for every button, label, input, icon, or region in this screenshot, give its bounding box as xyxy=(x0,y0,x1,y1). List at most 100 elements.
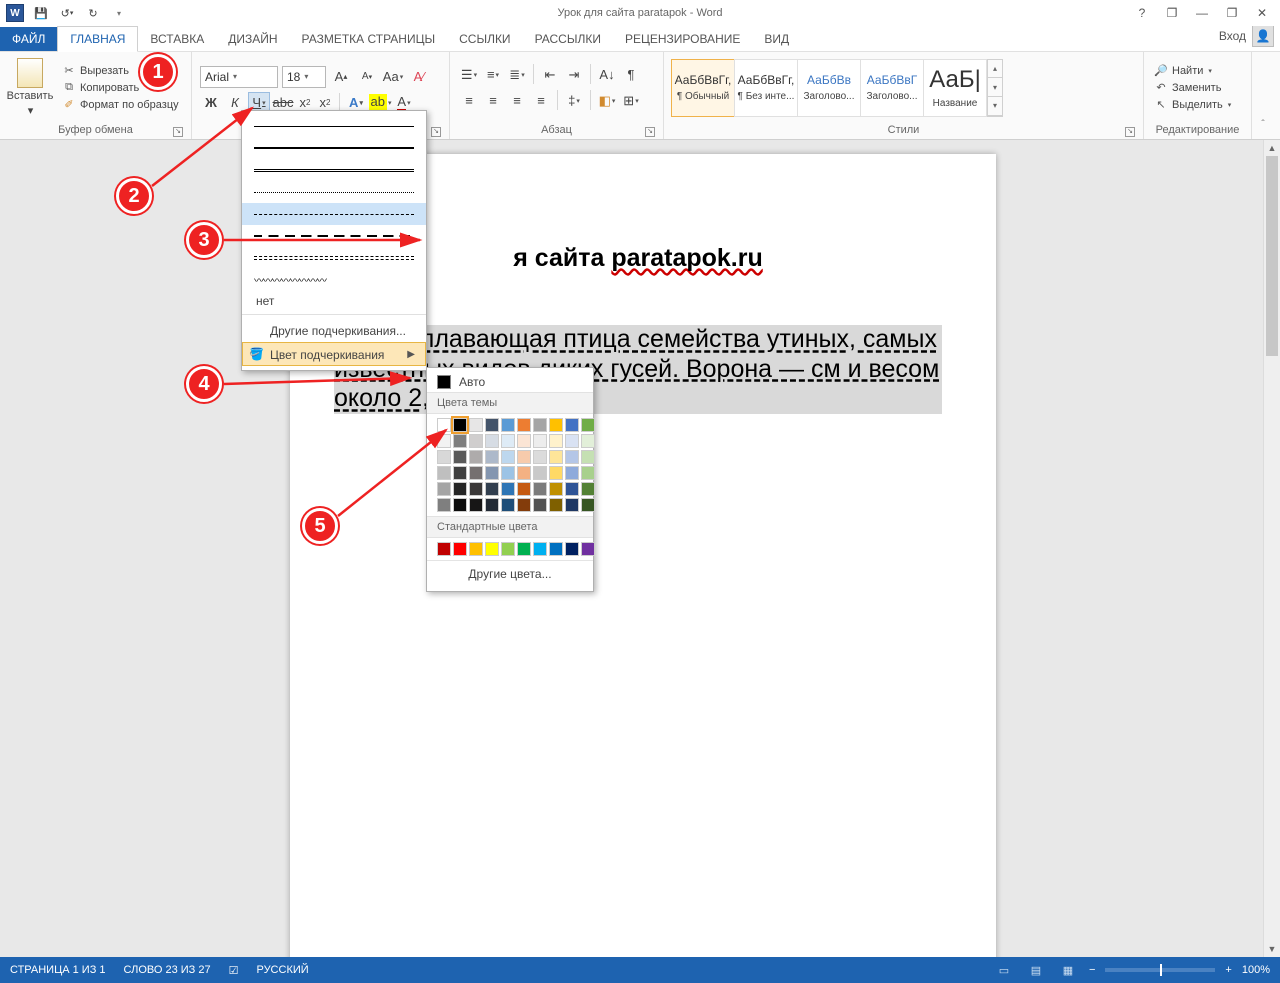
standard-color-swatch[interactable] xyxy=(453,542,467,556)
scroll-up-icon[interactable]: ▲ xyxy=(1264,140,1280,156)
theme-color-swatch[interactable] xyxy=(581,450,595,464)
underline-style-double[interactable] xyxy=(242,159,426,181)
bullets-button[interactable]: ☰▾ xyxy=(458,64,480,86)
styles-gallery[interactable]: АаБбВвГг,¶ ОбычныйАаБбВвГг,¶ Без инте...… xyxy=(668,55,1007,121)
zoom-out-button[interactable]: − xyxy=(1089,964,1095,976)
restore-button[interactable]: ❐ xyxy=(1222,3,1242,23)
align-left-button[interactable]: ≡ xyxy=(458,90,480,112)
proofing-icon[interactable]: ☑ xyxy=(229,964,239,977)
theme-color-swatch[interactable] xyxy=(485,482,499,496)
tab-view[interactable]: ВИД xyxy=(752,27,801,51)
grow-font-button[interactable]: A▴ xyxy=(330,66,352,88)
tab-design[interactable]: ДИЗАЙН xyxy=(216,27,289,51)
clipboard-dialog-launcher[interactable]: ↘ xyxy=(173,127,183,137)
standard-color-swatch[interactable] xyxy=(581,542,595,556)
theme-color-swatch[interactable] xyxy=(581,434,595,448)
standard-color-swatch[interactable] xyxy=(533,542,547,556)
theme-color-swatch[interactable] xyxy=(469,498,483,512)
theme-color-swatch[interactable] xyxy=(469,482,483,496)
word-count[interactable]: СЛОВО 23 ИЗ 27 xyxy=(124,964,211,976)
styles-scroll-2[interactable]: ▾ xyxy=(988,97,1002,116)
tab-home[interactable]: ГЛАВНАЯ xyxy=(57,26,138,52)
borders-button[interactable]: ⊞▾ xyxy=(620,90,642,112)
theme-color-swatch[interactable] xyxy=(517,418,531,432)
theme-color-swatch[interactable] xyxy=(533,482,547,496)
theme-color-swatch[interactable] xyxy=(517,434,531,448)
theme-color-swatch[interactable] xyxy=(565,418,579,432)
theme-color-swatch[interactable] xyxy=(453,434,467,448)
tab-review[interactable]: РЕЦЕНЗИРОВАНИЕ xyxy=(613,27,752,51)
align-right-button[interactable]: ≡ xyxy=(506,90,528,112)
underline-style-wave[interactable] xyxy=(242,269,426,291)
multilevel-button[interactable]: ≣▾ xyxy=(506,64,528,86)
change-case-button[interactable]: Aa▾ xyxy=(382,66,404,88)
theme-color-swatch[interactable] xyxy=(437,466,451,480)
zoom-in-button[interactable]: + xyxy=(1225,964,1231,976)
theme-color-swatch[interactable] xyxy=(437,450,451,464)
theme-color-swatch[interactable] xyxy=(517,482,531,496)
style-tile-3[interactable]: АаБбВвГЗаголово... xyxy=(860,59,924,117)
theme-color-swatch[interactable] xyxy=(469,466,483,480)
show-marks-button[interactable]: ¶ xyxy=(620,64,642,86)
theme-color-swatch[interactable] xyxy=(581,482,595,496)
theme-color-swatch[interactable] xyxy=(565,466,579,480)
find-button[interactable]: 🔎Найти▾ xyxy=(1154,64,1231,78)
theme-color-swatch[interactable] xyxy=(453,498,467,512)
theme-color-swatch[interactable] xyxy=(565,450,579,464)
theme-color-swatch[interactable] xyxy=(453,482,467,496)
theme-color-swatch[interactable] xyxy=(517,498,531,512)
qa-customize-icon[interactable]: ▾ xyxy=(110,4,128,22)
replace-button[interactable]: ↶Заменить xyxy=(1154,81,1231,95)
theme-color-swatch[interactable] xyxy=(453,466,467,480)
select-button[interactable]: ↖Выделить▾ xyxy=(1154,98,1231,112)
help-button[interactable]: ? xyxy=(1132,3,1152,23)
zoom-level[interactable]: 100% xyxy=(1242,964,1270,976)
language-status[interactable]: РУССКИЙ xyxy=(256,964,308,976)
theme-color-swatch[interactable] xyxy=(581,498,595,512)
standard-color-swatch[interactable] xyxy=(565,542,579,556)
tab-references[interactable]: ССЫЛКИ xyxy=(447,27,522,51)
tab-layout[interactable]: РАЗМЕТКА СТРАНИЦЫ xyxy=(290,27,448,51)
theme-color-swatch[interactable] xyxy=(501,482,515,496)
clear-format-button[interactable]: A⁄ xyxy=(408,66,430,88)
styles-dialog-launcher[interactable]: ↘ xyxy=(1125,127,1135,137)
theme-color-swatch[interactable] xyxy=(565,498,579,512)
underline-more[interactable]: Другие подчеркивания... xyxy=(242,318,426,342)
standard-color-swatch[interactable] xyxy=(437,542,451,556)
style-tile-2[interactable]: АаБбВвЗаголово... xyxy=(797,59,861,117)
format-painter-button[interactable]: ✐Формат по образцу xyxy=(62,98,179,112)
underline-none[interactable]: нет xyxy=(242,291,426,311)
theme-color-swatch[interactable] xyxy=(549,434,563,448)
theme-color-swatch[interactable] xyxy=(517,450,531,464)
styles-scroll-0[interactable]: ▴ xyxy=(988,60,1002,79)
standard-color-swatch[interactable] xyxy=(517,542,531,556)
shading-button[interactable]: ◧▾ xyxy=(596,90,618,112)
theme-color-swatch[interactable] xyxy=(485,498,499,512)
theme-color-swatch[interactable] xyxy=(437,498,451,512)
bold-button[interactable]: Ж xyxy=(200,92,222,114)
standard-color-swatch[interactable] xyxy=(501,542,515,556)
style-tile-1[interactable]: АаБбВвГг,¶ Без инте... xyxy=(734,59,798,117)
underline-color-menu-item[interactable]: 🪣 Цвет подчеркивания ▶ xyxy=(242,342,426,366)
qa-save-icon[interactable]: 💾 xyxy=(32,4,50,22)
qa-undo-icon[interactable]: ↺▾ xyxy=(58,4,76,22)
underline-style-dash-long[interactable] xyxy=(242,225,426,247)
theme-color-swatch[interactable] xyxy=(501,450,515,464)
align-center-button[interactable]: ≡ xyxy=(482,90,504,112)
outdent-button[interactable]: ⇤ xyxy=(539,64,561,86)
theme-color-swatch[interactable] xyxy=(549,450,563,464)
underline-style-dashed[interactable] xyxy=(242,203,426,225)
tab-insert[interactable]: ВСТАВКА xyxy=(138,27,216,51)
tab-file[interactable]: ФАЙЛ xyxy=(0,27,57,51)
print-layout-button[interactable]: ▤ xyxy=(1025,961,1047,979)
theme-color-swatch[interactable] xyxy=(533,498,547,512)
theme-color-swatch[interactable] xyxy=(485,450,499,464)
theme-color-swatch[interactable] xyxy=(533,434,547,448)
web-layout-button[interactable]: ▦ xyxy=(1057,961,1079,979)
sort-button[interactable]: A↓ xyxy=(596,64,618,86)
theme-color-swatch[interactable] xyxy=(469,434,483,448)
justify-button[interactable]: ≡ xyxy=(530,90,552,112)
underline-style-thick[interactable] xyxy=(242,137,426,159)
theme-color-swatch[interactable] xyxy=(581,418,595,432)
zoom-slider[interactable] xyxy=(1105,968,1215,972)
